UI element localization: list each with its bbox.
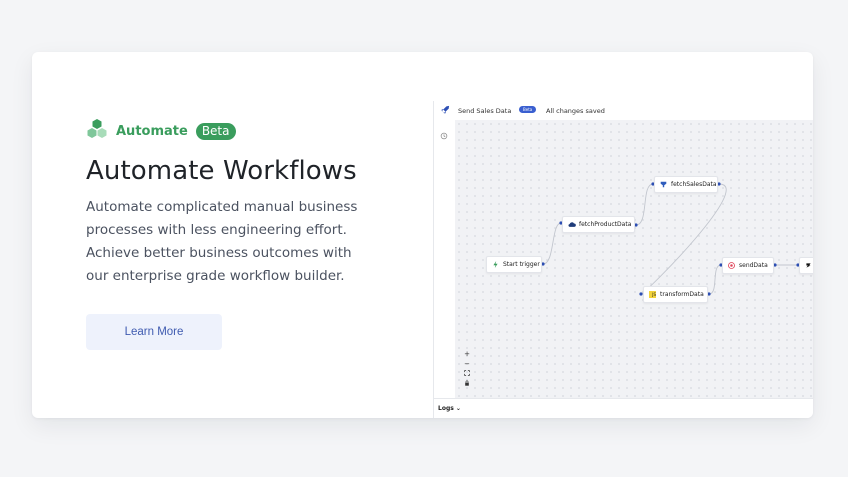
hero-description: Automate complicated manual business pro… xyxy=(86,199,358,284)
target-icon xyxy=(728,262,735,269)
save-status: All changes saved xyxy=(546,107,605,115)
database-icon xyxy=(660,181,667,188)
app-topbar: Send Sales Data Beta All changes saved xyxy=(434,101,813,120)
node-label: fetchSalesData xyxy=(671,181,717,188)
feature-card: Automate Beta Automate Workflows Automat… xyxy=(32,52,813,418)
beta-badge: Beta xyxy=(195,122,236,140)
lock-button[interactable] xyxy=(462,379,472,389)
node-fetch-sales-data[interactable]: fetchSalesData xyxy=(654,176,718,193)
logs-panel[interactable]: Logs ⌄ xyxy=(434,398,813,418)
stripe-icon xyxy=(805,262,812,269)
brand-name: Automate xyxy=(116,123,188,139)
node-start-trigger[interactable]: Start trigger xyxy=(486,256,542,273)
learn-more-button[interactable]: Learn More xyxy=(86,314,222,350)
js-icon: JS xyxy=(649,291,656,298)
edge-transform-to-send xyxy=(708,264,722,295)
node-fetch-product-data[interactable]: fetchProductData xyxy=(562,216,635,233)
app-sidebar xyxy=(434,120,456,398)
node-label: transformData xyxy=(660,291,704,298)
lock-icon xyxy=(465,380,469,386)
history-icon[interactable] xyxy=(440,125,448,144)
flow-name[interactable]: Send Sales Data xyxy=(458,107,511,115)
edge-fetchproduct-to-fetchsales xyxy=(635,183,654,226)
fit-view-button[interactable] xyxy=(462,369,472,379)
node-label: sendData xyxy=(739,262,768,269)
brand: Automate Beta xyxy=(86,118,376,144)
node-label: Start trigger xyxy=(503,261,540,268)
node-transform-data[interactable]: JS transformData xyxy=(643,286,708,303)
zoom-in-button[interactable]: + xyxy=(462,349,472,359)
zoom-out-button[interactable]: − xyxy=(462,359,472,369)
workflow-builder-preview: Send Sales Data Beta All changes saved S… xyxy=(433,101,813,418)
lightning-icon xyxy=(492,261,499,268)
logs-toggle[interactable]: Logs ⌄ xyxy=(438,405,461,412)
rocket-icon xyxy=(441,105,450,116)
fit-view-icon xyxy=(464,370,470,376)
node-partial[interactable] xyxy=(799,257,813,274)
cloud-icon xyxy=(568,221,576,228)
edge-start-to-fetchproduct xyxy=(542,222,562,265)
edge-fetchsales-to-transform xyxy=(640,183,727,295)
page-title: Automate Workflows xyxy=(86,156,357,186)
node-send-data[interactable]: sendData xyxy=(722,257,774,274)
zoom-controls: + − xyxy=(462,349,472,389)
automate-logo-icon xyxy=(86,118,108,144)
flow-canvas[interactable]: Start trigger fetchProductData fetchSale… xyxy=(455,120,813,398)
node-label: fetchProductData xyxy=(579,221,632,228)
flow-beta-badge: Beta xyxy=(519,106,537,113)
hero-content: Automate Beta Automate Workflows Automat… xyxy=(86,118,376,288)
